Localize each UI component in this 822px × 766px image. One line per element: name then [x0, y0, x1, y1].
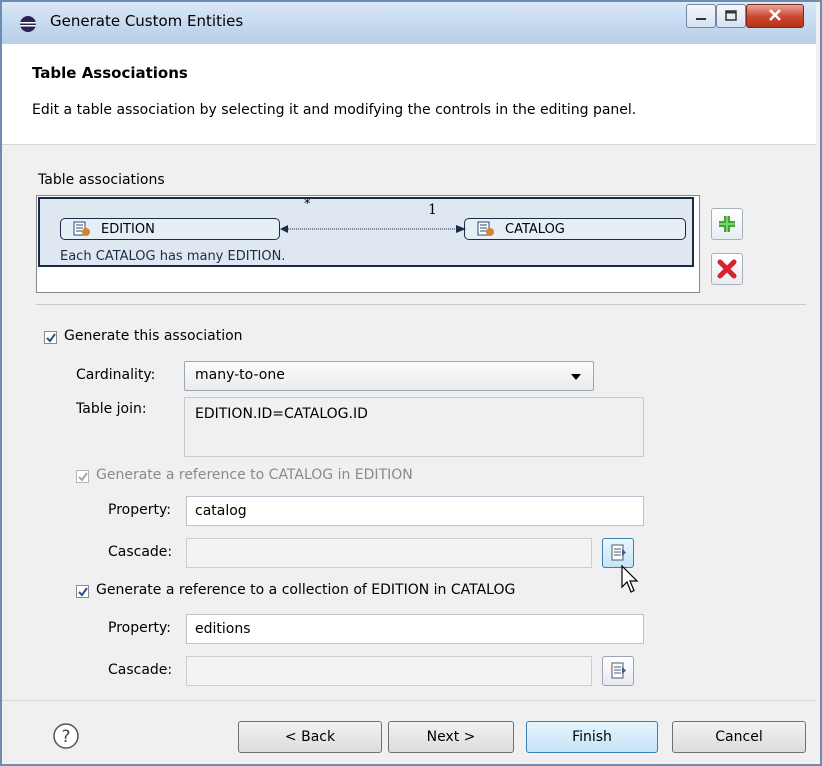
ref1-checkbox[interactable]	[76, 470, 89, 483]
close-button[interactable]	[746, 4, 804, 28]
target-entity[interactable]: CATALOG	[464, 218, 686, 240]
ref1-property-input[interactable]: catalog	[186, 496, 644, 526]
window-title: Generate Custom Entities	[50, 12, 244, 30]
source-entity[interactable]: EDITION	[60, 218, 280, 240]
ref1-cascade-button[interactable]	[602, 538, 634, 568]
target-entity-name: CATALOG	[505, 222, 565, 237]
checkmark-icon	[78, 472, 88, 482]
page-title: Table Associations	[32, 64, 188, 82]
mouse-pointer-icon	[621, 565, 639, 593]
cardinality-select[interactable]: many-to-one	[184, 361, 594, 391]
delete-x-icon	[717, 259, 737, 279]
ref1-cascade-input[interactable]	[186, 538, 592, 568]
associations-label: Table associations	[38, 172, 165, 188]
ref1-label: Generate a reference to CATALOG in EDITI…	[96, 467, 413, 483]
generate-association-label: Generate this association	[64, 328, 243, 344]
remove-association-button[interactable]	[711, 253, 743, 285]
ref2-property-input[interactable]: editions	[186, 614, 644, 644]
checkmark-icon	[78, 587, 88, 597]
plus-icon	[719, 216, 735, 232]
ref2-checkbox[interactable]	[76, 585, 89, 598]
svg-text:?: ?	[61, 727, 70, 747]
wizard-header: Table Associations Edit a table associat…	[2, 44, 816, 145]
association-connector	[280, 225, 466, 233]
table-entity-icon	[73, 221, 90, 236]
source-entity-name: EDITION	[101, 222, 155, 237]
ref2-cascade-input[interactable]	[186, 656, 592, 686]
separator	[36, 304, 806, 305]
generate-association-checkbox[interactable]	[44, 331, 57, 344]
table-join-field[interactable]: EDITION.ID=CATALOG.ID	[184, 397, 644, 457]
edit-list-icon	[611, 544, 626, 561]
chevron-down-icon	[571, 374, 581, 380]
title-bar[interactable]: Generate Custom Entities	[2, 2, 816, 46]
back-button[interactable]: < Back	[238, 721, 382, 753]
add-association-button[interactable]	[711, 208, 743, 240]
help-icon[interactable]: ?	[52, 722, 80, 750]
finish-button[interactable]: Finish	[526, 721, 658, 753]
checkmark-icon	[46, 333, 56, 343]
target-multiplicity: 1	[428, 202, 437, 218]
ref1-cascade-label: Cascade:	[108, 544, 173, 560]
cancel-button[interactable]: Cancel	[672, 721, 806, 753]
maximize-button[interactable]	[716, 4, 746, 28]
cardinality-label: Cardinality:	[76, 367, 156, 383]
maximize-icon	[725, 10, 737, 21]
page-description: Edit a table association by selecting it…	[32, 102, 637, 118]
ref1-property-label: Property:	[108, 502, 171, 518]
ref1-property-value: catalog	[195, 503, 247, 519]
ref2-property-value: editions	[195, 621, 251, 637]
cardinality-value: many-to-one	[195, 367, 285, 383]
table-join-value: EDITION.ID=CATALOG.ID	[195, 406, 368, 422]
source-multiplicity: *	[304, 197, 311, 212]
edit-list-icon	[611, 662, 626, 679]
next-button[interactable]: Next >	[388, 721, 514, 753]
table-entity-icon	[477, 221, 494, 236]
ref2-label: Generate a reference to a collection of …	[96, 582, 516, 598]
eclipse-icon	[20, 16, 36, 32]
close-icon	[769, 9, 781, 21]
ref2-property-label: Property:	[108, 620, 171, 636]
association-description: Each CATALOG has many EDITION.	[60, 249, 286, 264]
ref2-cascade-button[interactable]	[602, 656, 634, 686]
minimize-button[interactable]	[686, 4, 716, 28]
table-join-label: Table join:	[76, 401, 147, 417]
ref2-cascade-label: Cascade:	[108, 662, 173, 678]
minimize-icon	[696, 18, 706, 20]
